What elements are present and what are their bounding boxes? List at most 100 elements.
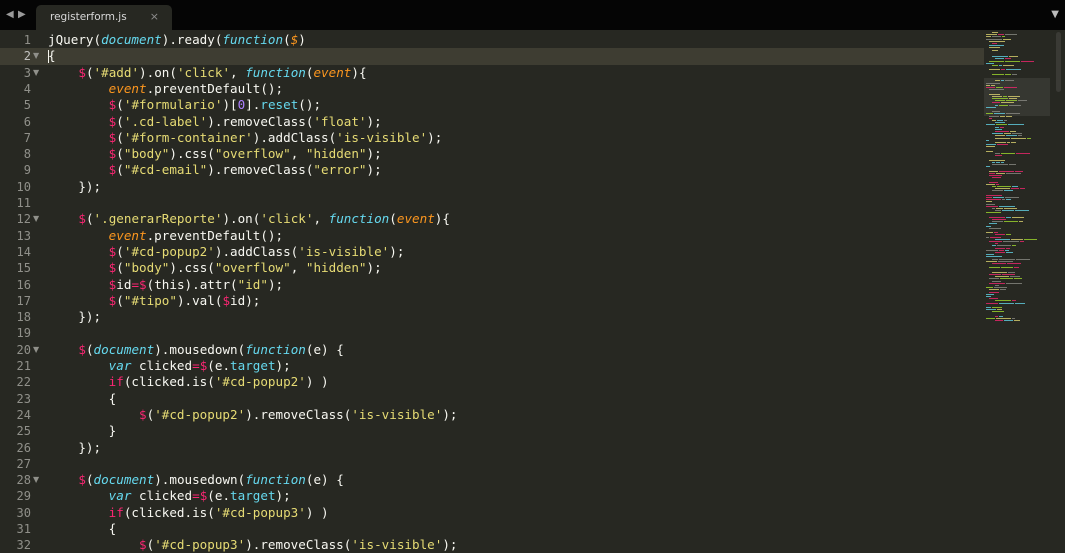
code-token: reset [260, 97, 299, 113]
code-line[interactable]: 10 }); [0, 179, 984, 195]
minimap-stroke [992, 208, 995, 209]
code-text: $("body").css("overflow", "hidden"); [48, 146, 382, 162]
line-number: 6 [23, 114, 31, 129]
minimap-stroke [992, 271, 1007, 273]
code-line[interactable]: 3 ▼ $('#add').on('click', function(event)… [0, 65, 984, 81]
code-line[interactable]: 22 if(clicked.is('#cd-popup2') ) [0, 374, 984, 390]
minimap-stroke [989, 47, 1000, 49]
code-line[interactable]: 2 ▼ { [0, 48, 984, 65]
minimap-stroke [995, 58, 1004, 60]
code-line[interactable]: 12 ▼ $('.generarReporte').on('click', fun… [0, 211, 984, 227]
code-token: )[ [222, 97, 238, 113]
triangle-down-icon[interactable]: ▼ [1051, 9, 1059, 20]
vertical-scrollbar[interactable] [1052, 30, 1065, 553]
code-token: ).mousedown( [154, 472, 246, 488]
minimap-stroke [997, 120, 1003, 121]
code-token: function [245, 472, 306, 488]
code-token: ( [116, 162, 124, 178]
code-line[interactable]: 20 ▼ $(document).mousedown(function(e) { [0, 342, 984, 358]
minimap-stroke [1000, 115, 1005, 117]
code-line[interactable]: 9 $("#cd-email").removeClass("error"); [0, 162, 984, 178]
triangle-left-icon[interactable]: ◀ [6, 9, 14, 21]
minimap-stroke [992, 102, 1000, 104]
code-line[interactable]: 5 $('#formulario')[0].reset(); [0, 97, 984, 113]
line-number: 14 [16, 244, 31, 259]
code-text: if(clicked.is('#cd-popup3') ) [48, 505, 329, 521]
code-token: { [48, 521, 117, 536]
minimap-stroke [995, 126, 999, 128]
minimap-stroke [995, 80, 1000, 82]
line-number: 29 [16, 489, 31, 504]
minimap-stroke [1003, 38, 1011, 40]
minimap-stroke [992, 161, 995, 163]
code-line[interactable]: 7 $('#form-container').addClass('is-visi… [0, 130, 984, 146]
code-line[interactable]: 11 [0, 195, 984, 211]
code-line[interactable]: 25 } [0, 423, 984, 439]
line-number: 32 [16, 538, 31, 553]
code-line[interactable]: 30 if(clicked.is('#cd-popup3') ) [0, 505, 984, 521]
minimap-stroke [986, 194, 1002, 196]
minimap-stroke [986, 36, 991, 38]
code-token: { [48, 48, 56, 64]
line-number: 20 [16, 342, 31, 357]
fold-arrow-icon[interactable]: ▼ [33, 342, 39, 358]
triangle-right-icon[interactable]: ▶ [18, 9, 26, 21]
code-token: var [108, 488, 132, 504]
code-line[interactable]: 15 $("body").css("overflow", "hidden"); [0, 260, 984, 276]
minimap[interactable] [984, 30, 1050, 553]
code-line[interactable]: 31 { [0, 521, 984, 537]
code-line[interactable]: 27 [0, 456, 984, 472]
minimap-stroke [992, 311, 1004, 313]
minimap-stroke [1027, 137, 1031, 139]
code-line[interactable]: 16 $id=$(this).attr("id"); [0, 277, 984, 293]
code-line[interactable]: 29 var clicked=$(e.target); [0, 488, 984, 504]
code-line[interactable]: 17 $("#tipo").val($id); [0, 293, 984, 309]
minimap-stroke [989, 159, 1005, 161]
code-token: ( [116, 97, 124, 113]
code-line[interactable]: 24 $('#cd-popup2').removeClass('is-visib… [0, 407, 984, 423]
code-token: document [93, 472, 155, 488]
scrollbar-thumb[interactable] [1056, 32, 1061, 92]
code-line[interactable]: 26 }); [0, 440, 984, 456]
code-line[interactable]: 28 ▼ $(document).mousedown(function(e) { [0, 472, 984, 488]
code-text: }); [48, 179, 101, 195]
code-line[interactable]: 21 var clicked=$(e.target); [0, 358, 984, 374]
close-icon[interactable]: × [150, 10, 159, 23]
code-line[interactable]: 13 event.preventDefault(); [0, 228, 984, 244]
code-line[interactable]: 18 }); [0, 309, 984, 325]
minimap-stroke [1001, 69, 1005, 71]
code-line[interactable]: 19 [0, 325, 984, 341]
line-number: 21 [16, 359, 31, 373]
code-text: $('.generarReporte').on('click', functio… [48, 211, 450, 227]
code-token: , [313, 211, 329, 227]
code-line[interactable]: 8 $("body").css("overflow", "hidden"); [0, 146, 984, 162]
code-line[interactable]: 32 $('#cd-popup3').removeClass('is-visib… [0, 537, 984, 553]
code-line[interactable]: 23 { [0, 391, 984, 407]
minimap-stroke [986, 113, 993, 115]
code-line[interactable]: 1 jQuery(document).ready(function($) [0, 32, 984, 48]
code-line[interactable]: 4 event.preventDefault(); [0, 81, 984, 97]
code-text: var clicked=$(e.target); [48, 358, 291, 374]
fold-arrow-icon[interactable]: ▼ [33, 48, 39, 64]
fold-arrow-icon[interactable]: ▼ [33, 65, 39, 81]
fold-arrow-icon[interactable]: ▼ [33, 472, 39, 488]
line-number: 22 [16, 375, 31, 390]
code-line[interactable]: 6 $('.cd-label').removeClass('float'); [0, 114, 984, 130]
minimap-stroke [1004, 208, 1017, 209]
fold-arrow-icon[interactable]: ▼ [33, 211, 39, 227]
code-token: document [101, 32, 162, 47]
minimap-stroke [986, 146, 995, 148]
code-editor[interactable]: 1 jQuery(document).ready(function($) 2 ▼{3 ▼… [0, 30, 984, 553]
code-line[interactable]: 14 $('#cd-popup2').addClass('is-visible'… [0, 244, 984, 260]
tab-registerform[interactable]: registerform.js × [36, 5, 172, 30]
minimap-stroke [999, 205, 1015, 207]
line-number: 9 [23, 163, 31, 178]
minimap-stroke [995, 137, 1010, 139]
code-token: function [328, 211, 390, 227]
code-token: = [192, 488, 200, 504]
minimap-stroke [986, 309, 996, 311]
minimap-stroke [1003, 65, 1014, 66]
